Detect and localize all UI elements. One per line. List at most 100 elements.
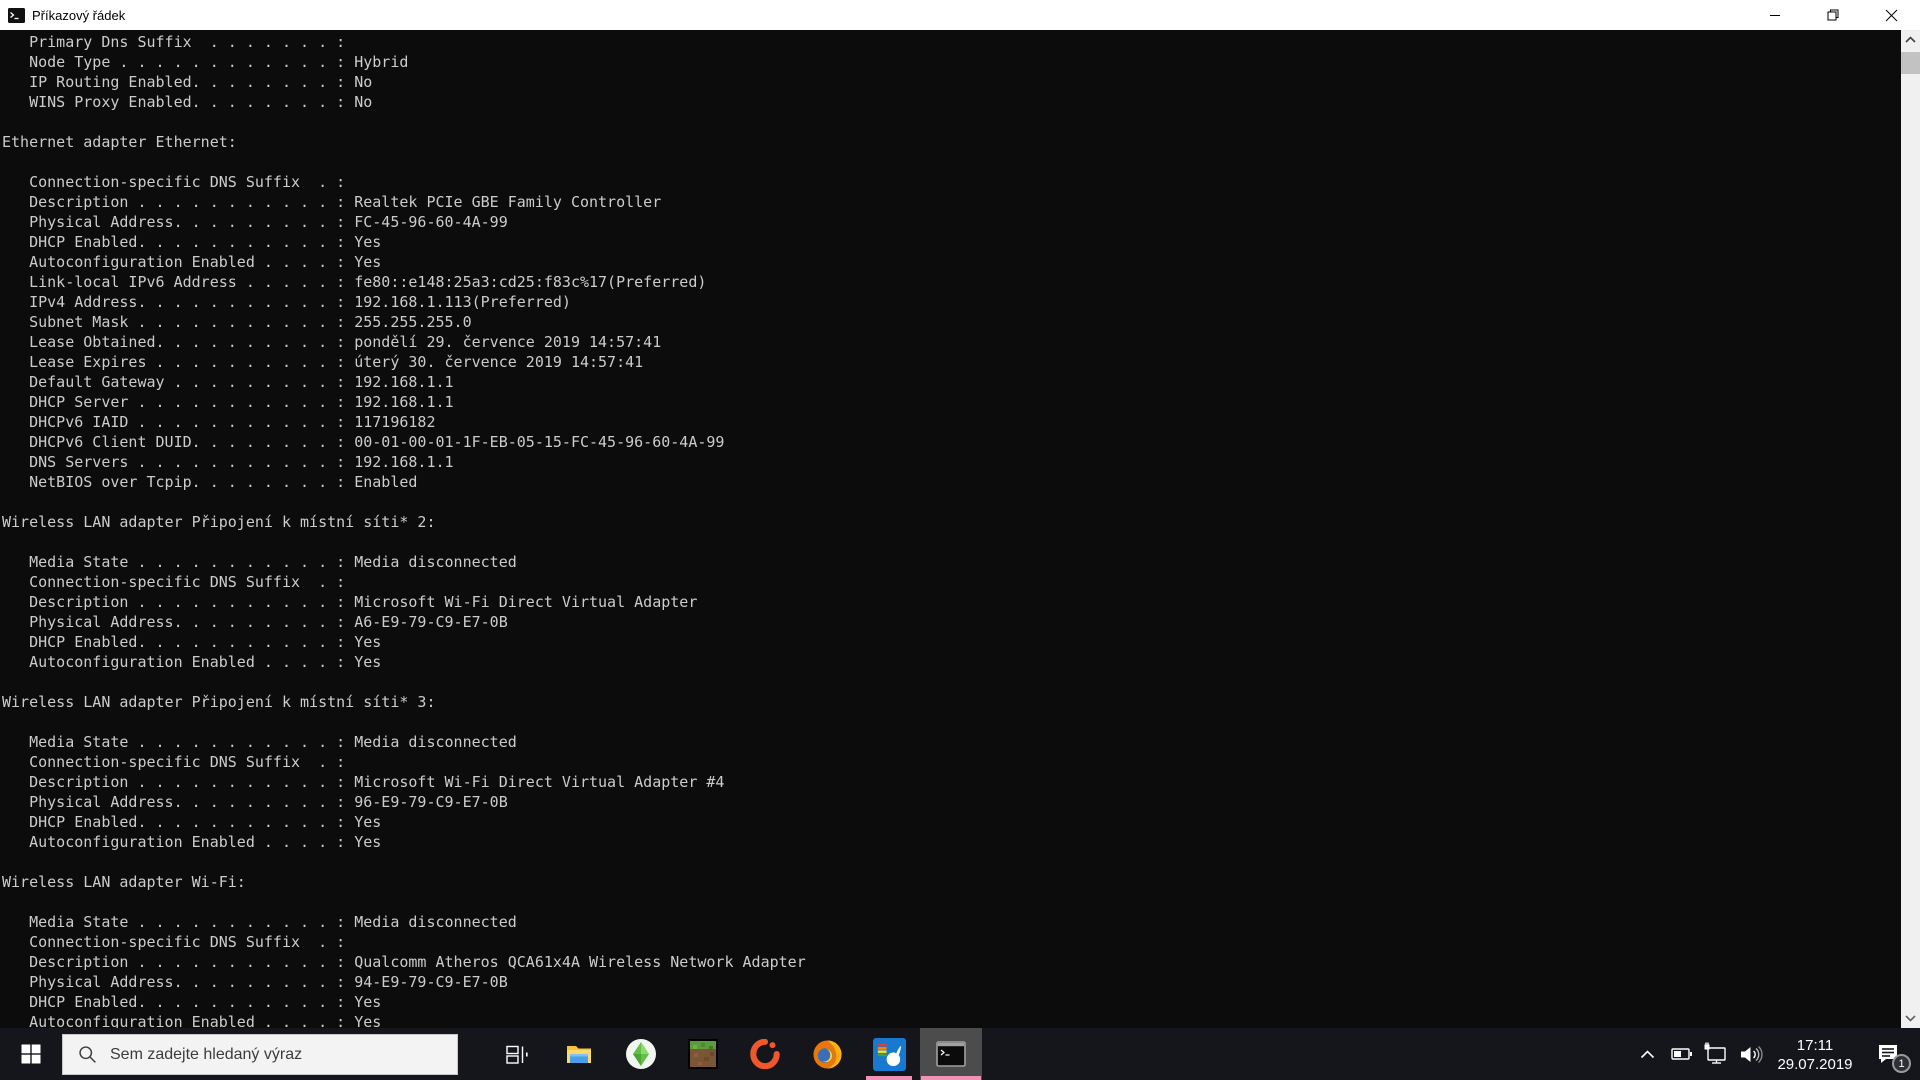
taskbar: 17:11 29.07.2019 1 (0, 1028, 1920, 1080)
terminal-output[interactable]: Primary Dns Suffix . . . . . . . : Node … (0, 30, 1901, 1028)
active-indicator (921, 1076, 981, 1080)
show-hidden-icons-button[interactable] (1629, 1028, 1665, 1080)
battery-icon (1671, 1048, 1692, 1060)
terminal-line: DHCPv6 IAID . . . . . . . . . . . : 1171… (2, 413, 436, 431)
running-indicator (866, 1076, 912, 1080)
search-input[interactable] (110, 1045, 457, 1064)
terminal-line: Subnet Mask . . . . . . . . . . . : 255.… (2, 313, 472, 331)
cmd-taskbar-button[interactable] (920, 1028, 982, 1080)
clock-time: 17:11 (1796, 1036, 1834, 1054)
terminal-line: Node Type . . . . . . . . . . . . : Hybr… (2, 53, 409, 71)
terminal-line: Description . . . . . . . . . . . : Micr… (2, 593, 698, 611)
window-title: Příkazový řádek (32, 7, 126, 23)
ethernet-icon (1704, 1042, 1726, 1064)
close-button[interactable] (1862, 0, 1920, 30)
terminal-line: NetBIOS over Tcpip. . . . . . . . : Enab… (2, 473, 418, 491)
file-explorer-icon (567, 1046, 591, 1063)
picpick-button[interactable] (858, 1028, 920, 1080)
terminal-line: WINS Proxy Enabled. . . . . . . . : No (2, 93, 373, 111)
task-view-icon (505, 1045, 528, 1064)
search-box[interactable] (62, 1034, 458, 1075)
sims-button[interactable] (610, 1028, 672, 1080)
battery-tray-icon[interactable] (1665, 1028, 1699, 1080)
network-tray-icon[interactable] (1699, 1028, 1733, 1080)
volume-icon (1740, 1045, 1763, 1063)
terminal-line: Description . . . . . . . . . . . : Qual… (2, 953, 806, 971)
firefox-button[interactable] (796, 1028, 858, 1080)
terminal-line: Lease Expires . . . . . . . . . . : úter… (2, 353, 644, 371)
scrollbar[interactable] (1901, 30, 1920, 1028)
scrollbar-thumb[interactable] (1901, 52, 1920, 74)
terminal-line: DHCPv6 Client DUID. . . . . . . . : 00-0… (2, 433, 725, 451)
terminal-line: Physical Address. . . . . . . . . : 96-E… (2, 793, 508, 811)
terminal-line: Connection-specific DNS Suffix . : (2, 173, 346, 191)
scroll-up-button[interactable] (1901, 30, 1920, 49)
terminal-line: Primary Dns Suffix . . . . . . . : (2, 33, 346, 51)
terminal-line: Wireless LAN adapter Připojení k místní … (2, 513, 436, 531)
close-icon (1885, 9, 1897, 21)
terminal-line: DHCP Enabled. . . . . . . . . . . : Yes (2, 233, 382, 251)
terminal-line: DHCP Enabled. . . . . . . . . . . : Yes (2, 993, 382, 1011)
terminal-line: Default Gateway . . . . . . . . . : 192.… (2, 373, 454, 391)
notification-badge: 1 (1892, 1054, 1911, 1073)
windows-start-icon (21, 1044, 41, 1064)
chevron-down-icon (1905, 1015, 1916, 1022)
volume-tray-icon[interactable] (1733, 1028, 1767, 1080)
action-center-button[interactable]: 1 (1863, 1028, 1913, 1080)
origin-icon (750, 1039, 780, 1069)
terminal-line: Autoconfiguration Enabled . . . . : Yes (2, 253, 382, 271)
terminal-line: Autoconfiguration Enabled . . . . : Yes (2, 653, 382, 671)
terminal-line: IPv4 Address. . . . . . . . . . . : 192.… (2, 293, 571, 311)
minecraft-button[interactable] (672, 1028, 734, 1080)
terminal-line: Physical Address. . . . . . . . . : 94-E… (2, 973, 508, 991)
task-view-button[interactable] (486, 1028, 548, 1080)
caption-buttons (1746, 0, 1920, 30)
start-button[interactable] (0, 1028, 62, 1080)
terminal-line: Link-local IPv6 Address . . . . . : fe80… (2, 273, 707, 291)
terminal-line: DNS Servers . . . . . . . . . . . : 192.… (2, 453, 454, 471)
terminal-line: Physical Address. . . . . . . . . : A6-E… (2, 613, 508, 631)
terminal-line: Autoconfiguration Enabled . . . . : Yes (2, 1013, 382, 1028)
scroll-down-button[interactable] (1901, 1009, 1920, 1028)
terminal-line: Media State . . . . . . . . . . . : Medi… (2, 913, 517, 931)
origin-button[interactable] (734, 1028, 796, 1080)
desktop-screen: Příkazový řádek Primary Dns Suffix . . .… (0, 0, 1920, 1080)
terminal-line: DHCP Enabled. . . . . . . . . . . : Yes (2, 633, 382, 651)
terminal-line: Connection-specific DNS Suffix . : (2, 753, 346, 771)
system-tray: 17:11 29.07.2019 1 (1629, 1028, 1920, 1080)
terminal-line: Description . . . . . . . . . . . : Real… (2, 193, 662, 211)
cmd-window-icon (936, 1041, 966, 1067)
terminal-line: Media State . . . . . . . . . . . : Medi… (2, 553, 517, 571)
terminal-line: Connection-specific DNS Suffix . : (2, 933, 346, 951)
terminal-line: DHCP Enabled. . . . . . . . . . . : Yes (2, 813, 382, 831)
minimize-icon (1770, 15, 1780, 16)
terminal-line: Wireless LAN adapter Wi-Fi: (2, 873, 246, 891)
terminal-line: Description . . . . . . . . . . . : Micr… (2, 773, 725, 791)
firefox-icon (812, 1039, 842, 1069)
restore-icon (1827, 9, 1839, 21)
cmd-icon (8, 7, 25, 23)
clock[interactable]: 17:11 29.07.2019 (1767, 1035, 1863, 1074)
chevron-up-icon (1905, 36, 1916, 43)
sims-icon (626, 1039, 656, 1069)
terminal-line: DHCP Server . . . . . . . . . . . : 192.… (2, 393, 454, 411)
file-explorer-button[interactable] (548, 1028, 610, 1080)
terminal-line: IP Routing Enabled. . . . . . . . : No (2, 73, 373, 91)
terminal-line: Ethernet adapter Ethernet: (2, 133, 237, 151)
titlebar[interactable]: Příkazový řádek (0, 0, 1920, 30)
minimize-button[interactable] (1746, 0, 1804, 30)
taskbar-apps (486, 1028, 982, 1080)
terminal-line: Lease Obtained. . . . . . . . . . : pond… (2, 333, 662, 351)
terminal-line: Autoconfiguration Enabled . . . . : Yes (2, 833, 382, 851)
search-icon (79, 1046, 96, 1063)
picpick-icon (872, 1037, 906, 1071)
restore-button[interactable] (1804, 0, 1862, 30)
terminal-line: Connection-specific DNS Suffix . : (2, 573, 346, 591)
